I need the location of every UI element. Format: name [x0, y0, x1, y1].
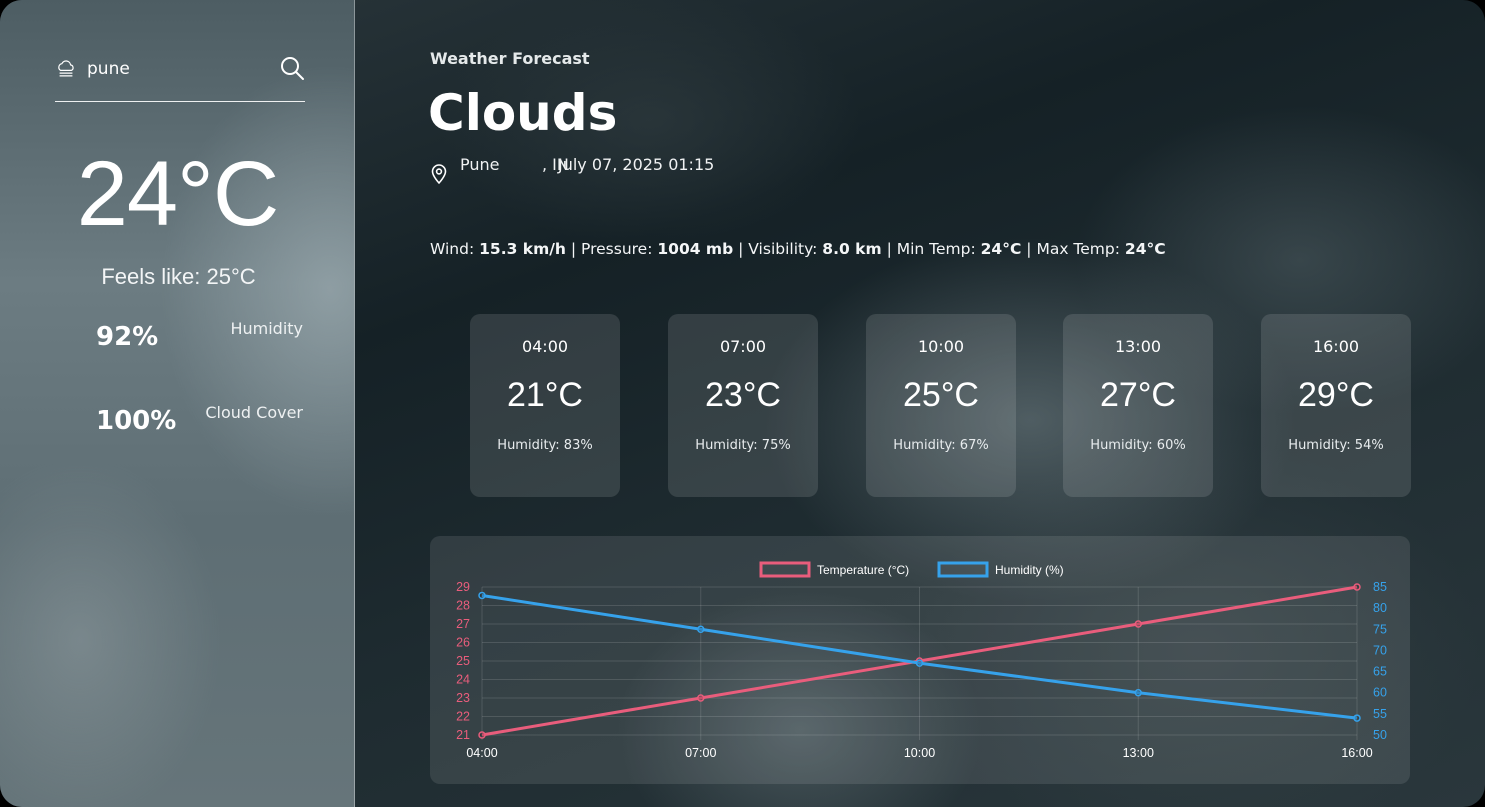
temperature-point: [697, 694, 705, 702]
forecast-temp: 25°C: [903, 376, 979, 414]
forecast-temp: 21°C: [507, 376, 583, 414]
forecast-card: 16:00 29°C Humidity: 54%: [1261, 314, 1411, 497]
min-temp-label: Min Temp:: [896, 240, 976, 258]
separator: |: [738, 240, 744, 258]
y-right-tick-label: 75: [1373, 622, 1387, 636]
y-right-tick-label: 80: [1373, 601, 1387, 615]
y-left-tick-label: 21: [456, 728, 470, 742]
forecast-time: 07:00: [719, 337, 767, 356]
legend-humidity-label: Humidity (%): [995, 563, 1064, 577]
visibility-label: Visibility:: [748, 240, 818, 258]
cloud-cover-label: Cloud Cover: [205, 403, 303, 422]
legend-humidity-swatch: [937, 561, 989, 578]
y-right-tick-label: 60: [1373, 686, 1387, 700]
humidity-label: Humidity: [230, 319, 303, 338]
humidity-point: [915, 659, 924, 667]
separator: |: [1026, 240, 1032, 258]
weather-condition: Clouds: [428, 84, 618, 142]
y-left-tick-label: 29: [456, 580, 470, 594]
search-bar: [55, 52, 305, 102]
forecast-temp: 29°C: [1298, 376, 1374, 414]
visibility-value: 8.0 km: [822, 240, 882, 258]
y-right-tick-label: 65: [1373, 665, 1387, 679]
forecast-card: 07:00 23°C Humidity: 75%: [668, 314, 818, 497]
max-temp-value: 24°C: [1124, 240, 1166, 258]
temperature-point: [1353, 583, 1361, 591]
cloud-icon: [58, 60, 74, 77]
forecast-time: 16:00: [1312, 337, 1360, 356]
pressure-label: Pressure:: [581, 240, 653, 258]
page-eyebrow: Weather Forecast: [430, 49, 590, 68]
forecast-humidity: Humidity: 60%: [1090, 438, 1186, 453]
y-left-tick-label: 27: [456, 617, 470, 631]
wind-label: Wind:: [430, 240, 475, 258]
forecast-humidity: Humidity: 67%: [893, 438, 989, 453]
y-left-tick-label: 23: [456, 691, 470, 705]
humidity-point: [697, 625, 705, 634]
legend-temperature-label: Temperature (°C): [817, 563, 909, 577]
forecast-card: 04:00 21°C Humidity: 83%: [470, 314, 620, 497]
forecast-time: 04:00: [521, 337, 569, 356]
city-name: Pune: [460, 155, 500, 174]
sidebar: 24°C Feels like: 25°C 92% Humidity 100% …: [0, 0, 355, 807]
y-right-tick-label: 85: [1373, 580, 1387, 594]
max-temp-label: Max Temp:: [1036, 240, 1120, 258]
y-left-tick-label: 25: [456, 654, 470, 668]
forecast-chart-panel: 21 22 23 24 25 26 27 28 29 50 55 60 65 70 75 80 85 04:00 0…: [430, 536, 1410, 784]
forecast-humidity: Humidity: 75%: [695, 438, 791, 453]
legend-temperature-swatch: [759, 561, 811, 578]
forecast-humidity: Humidity: 83%: [497, 438, 593, 453]
location-pin-icon: [431, 164, 447, 185]
temperature-point: [1134, 620, 1142, 628]
x-tick-label: 16:00: [1341, 746, 1372, 760]
forecast-card: 10:00 25°C Humidity: 67%: [866, 314, 1016, 497]
y-left-tick-label: 22: [456, 710, 470, 724]
feels-like: Feels like: 25°C: [101, 264, 256, 289]
forecast-temp: 23°C: [705, 376, 781, 414]
weather-details: Wind: 15.3 km/h | Pressure: 1004 mb | Vi…: [430, 240, 1166, 258]
x-tick-label: 07:00: [685, 746, 716, 760]
pressure-value: 1004 mb: [657, 240, 734, 258]
humidity-point: [1134, 688, 1142, 697]
forecast-humidity: Humidity: 54%: [1288, 438, 1384, 453]
date-time: July 07, 2025 01:15: [558, 155, 715, 174]
forecast-chart: 21 22 23 24 25 26 27 28 29 50 55 60 65 70 75 80 85 04:00 0…: [456, 561, 1387, 760]
forecast-time: 10:00: [917, 337, 965, 356]
min-temp-value: 24°C: [980, 240, 1022, 258]
separator: |: [886, 240, 892, 258]
y-left-tick-label: 24: [456, 673, 470, 687]
cloud-cover-value: 100%: [96, 406, 177, 436]
y-left-tick-label: 28: [456, 599, 470, 613]
forecast-time: 13:00: [1114, 337, 1162, 356]
humidity-point: [478, 591, 486, 600]
y-right-tick-label: 55: [1373, 707, 1387, 721]
humidity-point: [1353, 714, 1361, 722]
humidity-value: 92%: [96, 322, 159, 352]
y-right-tick-label: 50: [1373, 728, 1387, 742]
x-tick-label: 04:00: [466, 746, 497, 760]
app-window: 24°C Feels like: 25°C 92% Humidity 100% …: [0, 0, 1485, 807]
search-input[interactable]: [87, 56, 267, 82]
y-right-tick-label: 70: [1373, 643, 1387, 657]
separator: |: [570, 240, 577, 258]
forecast-card: 13:00 27°C Humidity: 60%: [1063, 314, 1213, 497]
y-left-tick-label: 26: [456, 636, 470, 650]
x-tick-label: 13:00: [1123, 746, 1154, 760]
wind-value: 15.3 km/h: [479, 240, 566, 258]
current-temperature: 24°C: [76, 143, 280, 245]
forecast-temp: 27°C: [1100, 376, 1176, 414]
x-tick-label: 10:00: [904, 746, 935, 760]
temperature-point: [478, 731, 486, 739]
search-icon[interactable]: [279, 55, 305, 81]
